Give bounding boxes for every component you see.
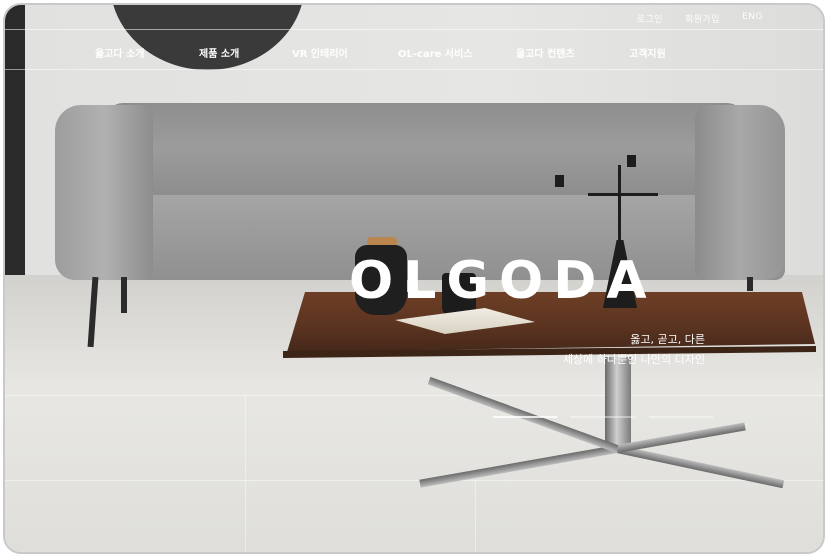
browser-viewport: 로그인 회원가입 ENG 올고다 소개 제품 소개 VR 인테리어 OL-car… [3, 3, 825, 554]
slide-indicator-2[interactable] [571, 416, 635, 418]
divider [5, 69, 823, 70]
table-pole [605, 357, 631, 452]
hero-tagline-2: 세상에 하나뿐인 나만의 디자인 [562, 353, 705, 366]
candle-holder [627, 155, 636, 167]
signup-link[interactable]: 회원가입 [685, 12, 720, 25]
candle-holder [618, 165, 621, 245]
candle-holder [555, 175, 564, 187]
nav-item-vr-interior[interactable]: VR 인테리어 [292, 45, 348, 60]
nav-item-products[interactable]: 제품 소개 [199, 45, 239, 60]
sofa-leg [121, 277, 127, 313]
hero-brand-title: OLGODA [349, 251, 657, 311]
hero-tagline-1: 옳고, 곧고, 다른 [630, 333, 705, 346]
login-link[interactable]: 로그인 [637, 12, 663, 25]
nav-item-about[interactable]: 올고다 소개 [95, 45, 144, 60]
sofa-arm-left [55, 105, 153, 280]
language-link[interactable]: ENG [742, 12, 763, 25]
nav-item-contents[interactable]: 올고다 컨텐츠 [516, 45, 575, 60]
main-nav: 올고다 소개 제품 소개 VR 인테리어 OL-care 서비스 올고다 컨텐츠… [5, 30, 823, 70]
sofa-leg [747, 277, 753, 291]
slide-indicator-3[interactable] [649, 416, 713, 418]
utility-nav: 로그인 회원가입 ENG [637, 12, 763, 25]
nav-item-olcare[interactable]: OL-care 서비스 [398, 45, 473, 60]
nav-item-support[interactable]: 고객지원 [629, 45, 666, 60]
sofa-arm-right [695, 105, 785, 280]
candle-holder [588, 193, 658, 196]
slide-indicator-1[interactable] [493, 416, 557, 418]
